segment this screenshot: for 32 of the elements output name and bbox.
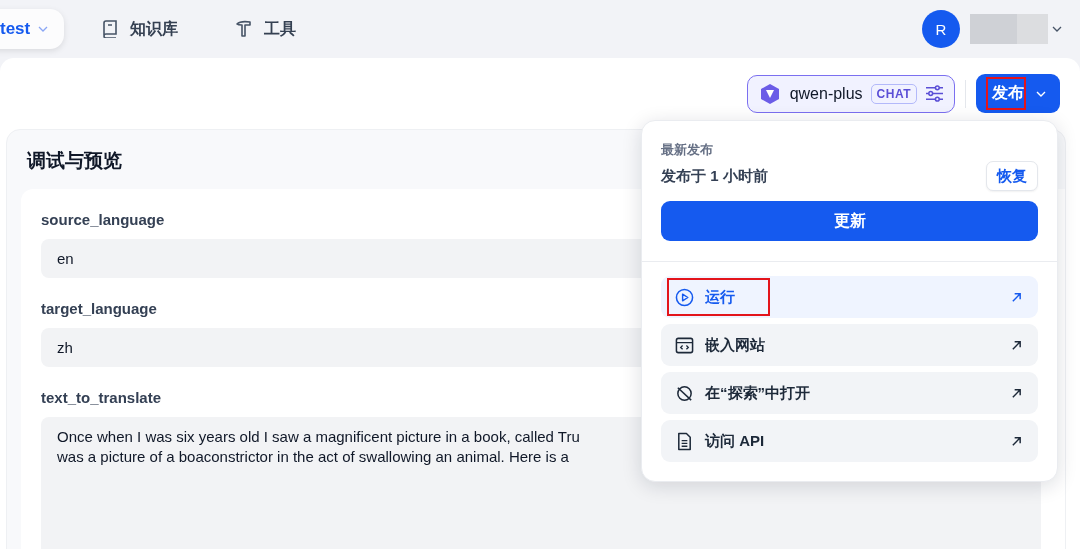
user-avatar[interactable]: R bbox=[922, 10, 960, 48]
update-button[interactable]: 更新 bbox=[661, 201, 1038, 241]
field-label: source_language bbox=[41, 211, 165, 228]
menu-item[interactable]: 嵌入网站 bbox=[661, 324, 1038, 366]
settings-icon[interactable] bbox=[925, 85, 944, 102]
field-label: target_language bbox=[41, 300, 157, 317]
app-switcher[interactable]: test bbox=[0, 9, 65, 49]
nav-tab[interactable]: 知识库 bbox=[96, 17, 185, 41]
model-selector[interactable]: qwen-plus CHAT bbox=[746, 74, 955, 113]
chevron-icon[interactable] bbox=[1052, 26, 1062, 32]
chevron-icon bbox=[1036, 90, 1046, 97]
code-window-icon bbox=[675, 335, 694, 355]
external-arrow-icon bbox=[1011, 435, 1022, 447]
menu-heading: 最新发布 bbox=[661, 141, 714, 159]
restore-button[interactable]: 恢复 bbox=[986, 161, 1038, 191]
book-icon bbox=[102, 20, 119, 38]
external-arrow-icon bbox=[1011, 291, 1022, 303]
document-icon bbox=[675, 431, 694, 451]
publish-button[interactable]: 发布 bbox=[976, 74, 1060, 113]
menu-item[interactable]: 访问 API bbox=[661, 420, 1038, 462]
menu-item[interactable]: 在“探索”中打开 bbox=[661, 372, 1038, 414]
panel-title: 调试与预览 bbox=[27, 149, 122, 173]
play-icon bbox=[675, 287, 694, 307]
menu-item[interactable]: 运行 bbox=[661, 276, 1038, 318]
hammer-icon bbox=[236, 20, 253, 38]
mode-badge: CHAT bbox=[870, 83, 917, 104]
external-arrow-icon bbox=[1011, 387, 1022, 399]
external-arrow-icon bbox=[1011, 339, 1022, 351]
publish-status: 发布于 1 小时前 bbox=[661, 166, 768, 186]
field-label: text_to_translate bbox=[41, 389, 162, 406]
chevron-icon bbox=[38, 26, 49, 32]
nav-tab[interactable]: 工具 bbox=[230, 17, 303, 41]
